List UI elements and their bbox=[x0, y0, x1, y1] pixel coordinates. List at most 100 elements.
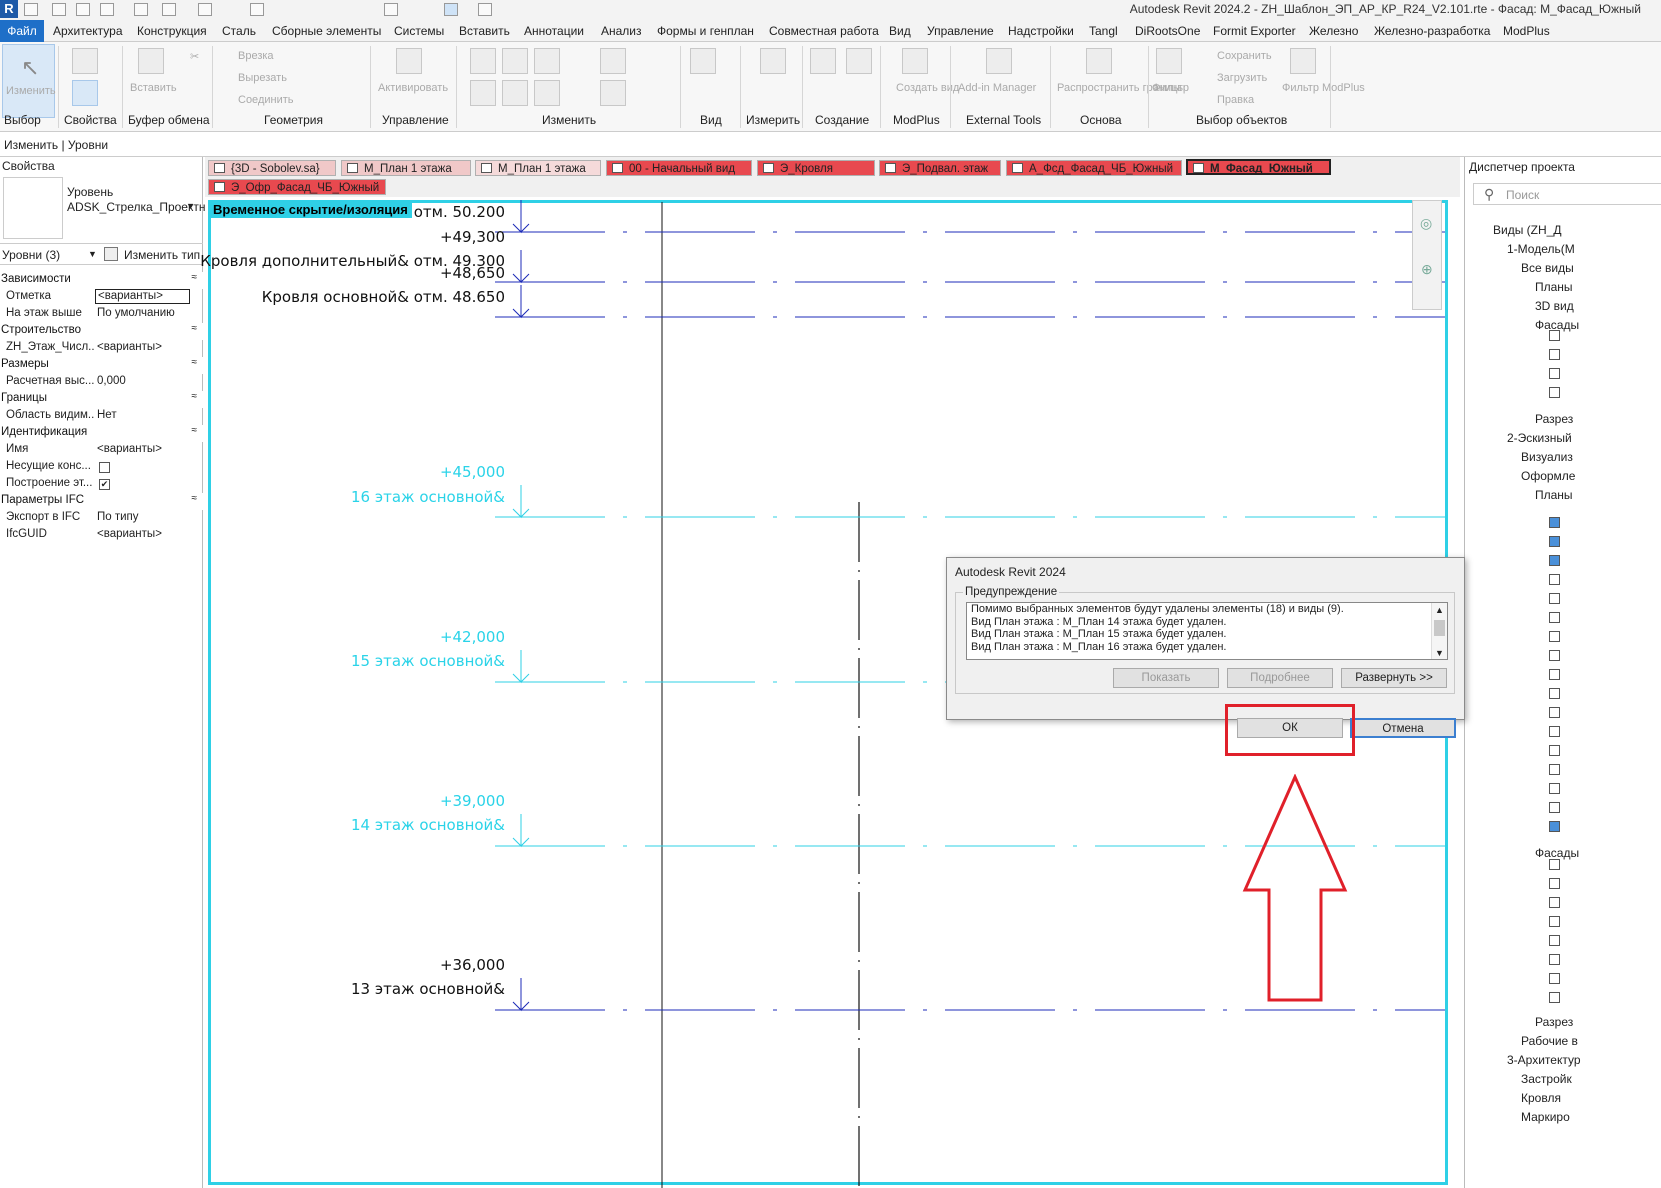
view-icon[interactable] bbox=[1549, 631, 1560, 642]
collapse-icon[interactable]: ≈ bbox=[192, 493, 198, 504]
property-category[interactable]: Параметры IFC ≈ bbox=[0, 493, 203, 510]
view-icon[interactable] bbox=[1549, 517, 1560, 528]
view-icon[interactable] bbox=[1549, 669, 1560, 680]
addin-manager-icon[interactable] bbox=[986, 48, 1012, 74]
collapse-icon[interactable]: ≈ bbox=[192, 357, 198, 368]
view-icon[interactable] bbox=[1549, 555, 1560, 566]
offset-icon[interactable] bbox=[502, 48, 528, 74]
distribute-icon[interactable] bbox=[1086, 48, 1112, 74]
expand-button[interactable]: Развернуть >> bbox=[1341, 668, 1447, 688]
browser-node[interactable]: Рабочие в bbox=[1521, 1034, 1578, 1048]
save-icon[interactable] bbox=[100, 3, 114, 16]
type-selector[interactable]: Уровни (3) bbox=[2, 248, 60, 262]
browser-node[interactable]: 2-Эскизный bbox=[1507, 431, 1572, 445]
property-value[interactable]: <варианты> bbox=[97, 443, 162, 455]
property-row[interactable]: Отметка <варианты> bbox=[0, 289, 203, 306]
cancel-button[interactable]: Отмена bbox=[1350, 718, 1456, 738]
move-icon[interactable] bbox=[470, 80, 496, 106]
browser-node[interactable]: Маркиро bbox=[1521, 1110, 1570, 1124]
browser-node[interactable]: 3D вид bbox=[1535, 299, 1574, 313]
view-icon[interactable] bbox=[1549, 368, 1560, 379]
cut-button[interactable]: Вырезать bbox=[238, 72, 287, 84]
level-elevation[interactable]: +39,000 bbox=[440, 792, 505, 810]
chevron-up-icon[interactable]: ▲ bbox=[1435, 604, 1444, 617]
tab-view-start[interactable]: 00 - Начальный вид bbox=[606, 160, 752, 176]
level-elevation[interactable]: +49,300 bbox=[440, 228, 505, 246]
trim-icon[interactable] bbox=[600, 48, 626, 74]
redo-icon[interactable] bbox=[162, 3, 176, 16]
tab-view-facade-ofr[interactable]: Э_Офр_Фасад_ЧБ_Южный bbox=[208, 179, 386, 195]
view-icon[interactable] bbox=[1549, 593, 1560, 604]
measure-tool-icon[interactable] bbox=[760, 48, 786, 74]
property-row[interactable]: Построение эт... ✔ bbox=[0, 476, 203, 493]
activate-button[interactable]: Активировать bbox=[378, 82, 448, 94]
array-icon[interactable] bbox=[600, 80, 626, 106]
tab-steel[interactable]: Сталь bbox=[222, 24, 256, 38]
level-elevation[interactable]: +48,650 bbox=[440, 264, 505, 282]
steering-wheel-icon[interactable]: ◎ bbox=[1420, 215, 1432, 232]
view-icon[interactable] bbox=[1549, 349, 1560, 360]
property-value[interactable]: 0,000 bbox=[97, 375, 126, 387]
tab-zhelezno[interactable]: Железно bbox=[1309, 24, 1358, 38]
browser-node[interactable]: Разрез bbox=[1535, 1015, 1573, 1029]
tab-view-plan1b[interactable]: М_План 1 этажа bbox=[475, 160, 601, 176]
level-name[interactable]: 14 этаж основной& bbox=[351, 816, 505, 834]
tab-view-plan1[interactable]: М_План 1 этажа bbox=[341, 160, 471, 176]
view-icon[interactable] bbox=[1549, 387, 1560, 398]
type-properties-icon[interactable] bbox=[72, 80, 98, 106]
property-value-input[interactable]: <варианты> bbox=[95, 289, 190, 304]
property-category[interactable]: Границы ≈ bbox=[0, 391, 203, 408]
view-icon[interactable] bbox=[1549, 916, 1560, 927]
view-icon[interactable] bbox=[1549, 821, 1560, 832]
browser-node[interactable]: Виды (ZH_Д bbox=[1493, 223, 1561, 237]
browser-node[interactable]: Все виды bbox=[1521, 261, 1574, 275]
tab-systems[interactable]: Системы bbox=[394, 24, 444, 38]
view-graphics-icon[interactable] bbox=[690, 48, 716, 74]
copy-icon[interactable] bbox=[502, 80, 528, 106]
tab-zhelezno-dev[interactable]: Железно-разработка bbox=[1374, 24, 1490, 38]
instance-filter[interactable]: Уровни (3) ▼ Изменить тип bbox=[0, 243, 203, 265]
tab-precast[interactable]: Сборные элементы bbox=[272, 24, 381, 38]
property-category[interactable]: Зависимости ≈ bbox=[0, 272, 203, 289]
filter-button[interactable]: Фильтр bbox=[1152, 82, 1189, 94]
view-icon[interactable] bbox=[1549, 726, 1560, 737]
view-icon[interactable] bbox=[1549, 897, 1560, 908]
folder-icon[interactable] bbox=[52, 3, 66, 16]
level-elevation[interactable]: +42,000 bbox=[440, 628, 505, 646]
view-icon[interactable] bbox=[1549, 878, 1560, 889]
group-select[interactable]: Выбор bbox=[4, 113, 41, 127]
open-icon[interactable] bbox=[24, 3, 38, 16]
filter-modplus-button[interactable]: Фильтр ModPlus bbox=[1282, 82, 1365, 94]
view-icon[interactable] bbox=[1549, 954, 1560, 965]
tab-addins[interactable]: Надстройки bbox=[1008, 24, 1074, 38]
modify-button[interactable]: ↖ Изменить bbox=[2, 44, 56, 118]
edit-type-button[interactable]: Изменить тип bbox=[124, 248, 200, 262]
collapse-icon[interactable]: ≈ bbox=[192, 391, 198, 402]
save-selection-button[interactable]: Сохранить bbox=[1217, 50, 1272, 62]
level-name[interactable]: 16 этаж основной& bbox=[351, 488, 505, 506]
property-row[interactable]: Область видим... Нет bbox=[0, 408, 203, 425]
filter-icon[interactable] bbox=[1156, 48, 1182, 74]
chevron-down-icon[interactable]: ▼ bbox=[1435, 647, 1444, 659]
view-icon[interactable] bbox=[1549, 783, 1560, 794]
property-row[interactable]: Несущие конс... bbox=[0, 459, 203, 476]
tab-dirootsone[interactable]: DiRootsOne bbox=[1135, 24, 1200, 38]
align-icon[interactable] bbox=[470, 48, 496, 74]
view-icon[interactable] bbox=[1549, 688, 1560, 699]
details-button[interactable]: Подробнее bbox=[1227, 668, 1333, 688]
edit-type-icon[interactable] bbox=[104, 247, 118, 261]
view-icon[interactable] bbox=[1549, 650, 1560, 661]
view-icon[interactable] bbox=[1549, 330, 1560, 341]
browser-node[interactable]: Разрез bbox=[1535, 412, 1573, 426]
view-icon[interactable] bbox=[1549, 707, 1560, 718]
tab-view-facade-south[interactable]: М_Фасад_Южный bbox=[1186, 159, 1331, 175]
navigation-bar[interactable]: ◎ ⊕ bbox=[1412, 200, 1442, 310]
tab-analyze[interactable]: Анализ bbox=[601, 24, 642, 38]
level-elevation[interactable]: отм. 50.200 bbox=[414, 203, 505, 221]
tab-modplus[interactable]: ModPlus bbox=[1503, 24, 1550, 38]
tab-manage[interactable]: Управление bbox=[927, 24, 994, 38]
rotate-icon[interactable] bbox=[534, 80, 560, 106]
property-value[interactable]: <варианты> bbox=[97, 341, 162, 353]
level-name[interactable]: Кровля основной& отм. 48.650 bbox=[262, 288, 505, 306]
edit-selection-button[interactable]: Правка bbox=[1217, 94, 1254, 106]
